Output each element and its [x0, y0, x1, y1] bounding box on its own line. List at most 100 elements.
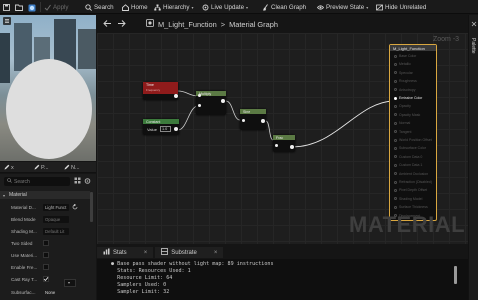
tab-substrate[interactable]: Substrate × [155, 247, 224, 258]
result-pin-row[interactable]: Specular [394, 71, 413, 75]
material-result-node[interactable]: M_Light_Function Base Color Metallic Specu… [389, 44, 437, 221]
result-input-pin[interactable] [394, 197, 397, 201]
breadcrumb-current[interactable]: Material Graph [229, 20, 278, 29]
close-icon[interactable]: × [144, 250, 148, 256]
palette-strip[interactable]: Palette [468, 15, 478, 300]
result-input-pin[interactable] [394, 146, 397, 150]
result-pin-row[interactable]: Pixel Depth Offset [394, 188, 427, 192]
search-button[interactable]: Search [85, 0, 114, 14]
arrow-left-icon [103, 20, 111, 27]
details-scrollbar[interactable] [90, 192, 93, 222]
viewport-menu-button[interactable] [3, 17, 11, 27]
sine-input-pin[interactable] [242, 119, 245, 122]
stats-scrollbar[interactable] [454, 266, 457, 284]
breadcrumb-root[interactable]: M_Light_Function [158, 20, 217, 29]
result-pin-row[interactable]: Roughness [394, 79, 417, 83]
result-input-pin[interactable] [394, 172, 397, 176]
result-input-pin[interactable] [394, 79, 397, 83]
multiply-input-b-pin[interactable] [198, 104, 201, 107]
details-search-input[interactable]: Search [4, 177, 70, 186]
result-pin-row[interactable]: Custom Data 1 [394, 163, 422, 167]
frac-output-pin[interactable] [290, 145, 294, 149]
result-pin-label: Metallic [399, 62, 411, 67]
multiply-input-a-pin[interactable] [198, 94, 201, 97]
hierarchy-button[interactable]: Hierarchy ▾ [154, 0, 194, 14]
reset-arrow-icon[interactable] [72, 203, 78, 211]
shading-model-dropdown[interactable]: Default Lit [43, 227, 69, 235]
result-pin-row[interactable]: Surface Thickness [394, 205, 428, 209]
two-sided-checkbox[interactable] [43, 240, 49, 246]
back-button[interactable] [103, 19, 112, 30]
close-icon[interactable] [471, 21, 477, 29]
result-input-pin[interactable] [394, 138, 397, 142]
result-input-pin[interactable] [394, 130, 397, 134]
result-input-pin[interactable] [394, 71, 397, 75]
tab-node[interactable]: N... [64, 162, 80, 173]
subsurface-profile-dropdown[interactable]: ▾ [64, 279, 76, 287]
result-input-pin[interactable] [394, 205, 397, 209]
result-pin-row[interactable]: Custom Data 0 [394, 155, 422, 159]
constant-value-input[interactable]: 1.0 [160, 126, 171, 132]
preview-state-button[interactable]: Preview State ▾ [316, 0, 368, 14]
settings-button[interactable] [84, 177, 91, 185]
result-input-pin[interactable] [394, 88, 397, 92]
sine-node[interactable]: Sine [240, 109, 266, 130]
tab-parameters[interactable]: P... [34, 162, 49, 173]
home-button[interactable]: Home [122, 0, 148, 14]
result-input-pin[interactable] [394, 96, 397, 100]
frac-input-pin[interactable] [275, 144, 278, 147]
cast-ray-traced-shadows-checkbox[interactable] [43, 276, 49, 282]
hierarchy-label: Hierarchy [163, 3, 190, 11]
result-pin-row[interactable]: Subsurface Color [394, 146, 426, 150]
multiply-node[interactable]: Multiply [196, 91, 226, 115]
result-pin-row[interactable]: Metallic [394, 62, 411, 66]
result-pin-row[interactable]: World Position Offset [394, 138, 432, 142]
tab-details[interactable]: x [4, 162, 14, 173]
result-input-pin[interactable] [394, 104, 397, 108]
result-pin-row[interactable]: Ambient Occlusion [394, 172, 428, 176]
result-pin-row[interactable]: Refraction (Disabled) [394, 180, 432, 184]
live-update-button[interactable]: Live Update ▾ [202, 0, 248, 14]
forward-button[interactable] [117, 19, 126, 30]
material-section-header[interactable]: ▾ Material [0, 191, 90, 199]
clean-graph-button[interactable]: Clean Graph [262, 0, 306, 14]
result-input-pin[interactable] [394, 62, 397, 66]
constant-node[interactable]: Constant Value 1.0 [143, 119, 179, 135]
browse-button[interactable] [15, 0, 23, 14]
material-preview-button[interactable] [28, 0, 36, 14]
result-input-pin[interactable] [394, 180, 397, 184]
constant-output-pin[interactable] [174, 127, 178, 131]
sine-output-pin[interactable] [261, 119, 265, 123]
result-pin-row[interactable]: Opacity Mask [394, 113, 420, 117]
result-pin-row[interactable]: Opacity [394, 104, 411, 108]
time-output-pin[interactable] [174, 94, 178, 98]
hide-unrelated-button[interactable]: Hide Unrelated [376, 0, 426, 14]
time-node[interactable]: Time Frequency [143, 82, 178, 100]
enable-fresnel-checkbox[interactable] [43, 264, 49, 270]
result-pin-row[interactable]: Normal [394, 121, 410, 125]
use-material-attributes-checkbox[interactable] [43, 252, 49, 258]
palette-tab-label[interactable]: Palette [470, 38, 476, 54]
close-icon[interactable]: × [214, 250, 218, 256]
result-pin-row[interactable]: Tangent [394, 130, 411, 134]
result-input-pin[interactable] [394, 54, 397, 58]
result-input-pin[interactable] [394, 163, 397, 167]
material-domain-dropdown[interactable]: Light Funct [43, 203, 69, 211]
result-input-pin[interactable] [394, 113, 397, 117]
save-button[interactable] [3, 0, 10, 14]
tab-stats[interactable]: Stats × [97, 247, 154, 258]
result-pin-row[interactable]: Base Color [394, 54, 416, 58]
material-preview-viewport[interactable] [0, 15, 96, 161]
view-options-button[interactable] [74, 177, 81, 185]
multiply-output-pin[interactable] [221, 99, 225, 103]
result-input-pin[interactable] [394, 121, 397, 125]
result-pin-row[interactable]: Emissive Color [394, 96, 422, 100]
result-input-pin[interactable] [394, 155, 397, 159]
frac-node[interactable]: Frac [273, 135, 295, 152]
result-pin-row[interactable]: Anisotropy [394, 88, 416, 92]
material-graph-canvas[interactable]: Time Frequency Multiply Constant Value 1… [97, 33, 468, 244]
blend-mode-dropdown[interactable]: Opaque [43, 215, 69, 223]
result-pin-row[interactable]: Shading Model [394, 197, 422, 201]
result-input-pin[interactable] [394, 188, 397, 192]
apply-button[interactable]: Apply [44, 0, 68, 14]
